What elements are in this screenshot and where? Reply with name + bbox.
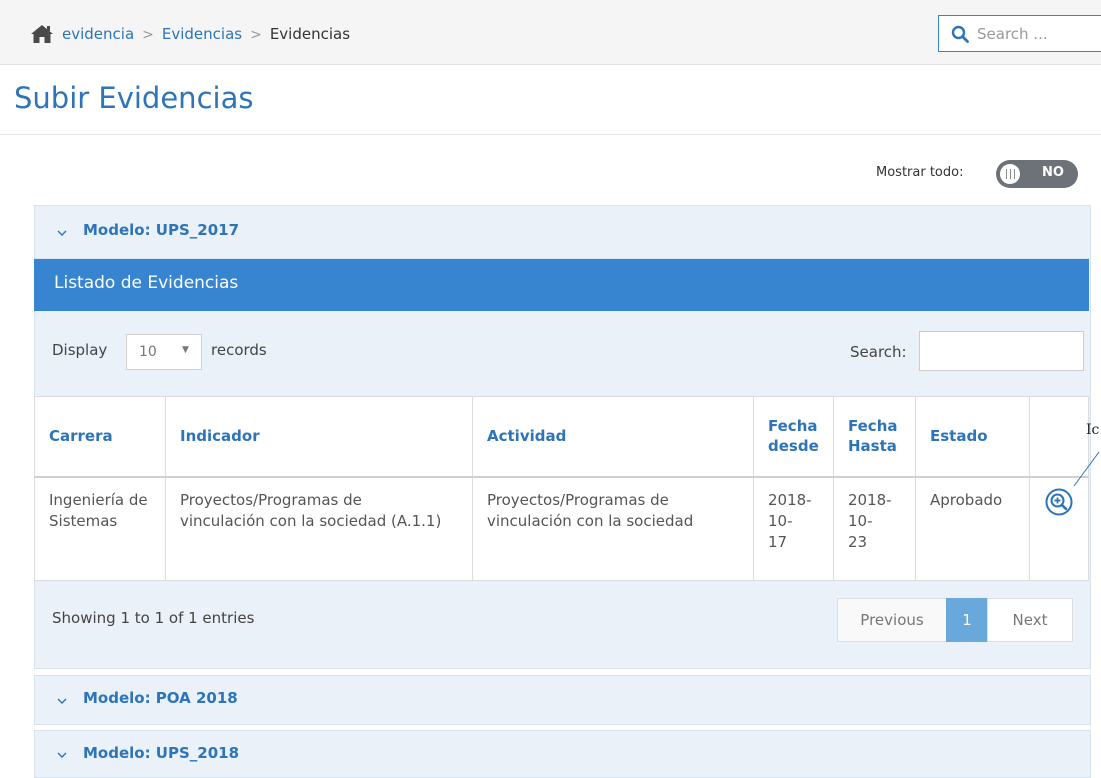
page-size-value: 10 — [139, 344, 157, 360]
display-label: Display — [52, 341, 108, 359]
toggle-knob[interactable] — [998, 162, 1022, 186]
column-header-fecha-desde[interactable]: Fecha desde — [753, 396, 834, 478]
breadcrumb-link-evidencia[interactable]: evidencia — [62, 25, 134, 43]
column-header-actions — [1029, 396, 1089, 478]
dropdown-arrow-icon: ▼ — [182, 345, 189, 355]
breadcrumb-current: Evidencias — [269, 25, 351, 43]
column-header-actividad[interactable]: Actividad — [472, 396, 754, 478]
page-size-select[interactable]: 10 ▼ — [126, 334, 202, 370]
page-title: Subir Evidencias — [14, 81, 254, 115]
toggle-state: NO — [1042, 165, 1064, 180]
show-all-toggle[interactable]: NO — [996, 160, 1078, 188]
panel-header-ups-2018[interactable]: Modelo: UPS_2018 — [34, 730, 1091, 778]
chevron-down-icon — [57, 752, 67, 758]
panel-header-ups-2017[interactable]: Modelo: UPS_2017 — [34, 205, 1091, 259]
show-all-label: Mostrar todo: — [876, 165, 964, 180]
search-icon[interactable] — [951, 25, 969, 43]
cell-indicador: Proyectos/Programas de vinculación con l… — [165, 476, 473, 581]
list-header: Listado de Evidencias — [34, 259, 1089, 311]
chevron-down-icon — [57, 698, 67, 704]
zoom-in-icon[interactable] — [1045, 488, 1073, 516]
page-1-button[interactable]: 1 — [946, 598, 988, 642]
divider — [0, 134, 1101, 135]
panel-title: Modelo: POA 2018 — [83, 689, 238, 707]
breadcrumb: evidencia > Evidencias > Evidencias — [62, 22, 350, 47]
evidence-table: Carrera Indicador Actividad Fecha desde … — [34, 396, 1089, 581]
column-header-indicador[interactable]: Indicador — [165, 396, 473, 478]
cell-actividad: Proyectos/Programas de vinculación con l… — [472, 476, 754, 581]
panel-header-poa-2018[interactable]: Modelo: POA 2018 — [34, 675, 1091, 725]
cell-fecha-desde: 2018-10-17 — [753, 476, 834, 581]
next-button[interactable]: Next — [987, 598, 1073, 642]
cell-fecha-hasta: 2018-10-23 — [833, 476, 916, 581]
list-title: Listado de Evidencias — [54, 273, 239, 293]
cell-actions — [1029, 476, 1089, 581]
cell-carrera: Ingeniería de Sistemas — [34, 476, 166, 581]
top-search-input[interactable] — [975, 22, 1095, 46]
breadcrumb-link-evidencias[interactable]: Evidencias — [162, 25, 242, 43]
table-search-label: Search: — [850, 343, 907, 361]
previous-button[interactable]: Previous — [837, 598, 947, 642]
annotation-label: Ic — [1086, 422, 1100, 438]
column-header-fecha-hasta[interactable]: Fecha Hasta — [833, 396, 916, 478]
panel-title: Modelo: UPS_2018 — [83, 744, 240, 762]
breadcrumb-separator: > — [142, 27, 154, 43]
table-header-row: Carrera Indicador Actividad Fecha desde … — [34, 396, 1089, 478]
breadcrumb-separator: > — [250, 27, 262, 43]
table-row: Ingeniería de Sistemas Proyectos/Program… — [34, 476, 1089, 581]
top-search-box[interactable] — [938, 15, 1101, 52]
home-icon[interactable] — [30, 24, 54, 44]
entries-info: Showing 1 to 1 of 1 entries — [52, 609, 255, 627]
column-header-estado[interactable]: Estado — [915, 396, 1030, 478]
chevron-down-icon — [57, 230, 67, 236]
records-label: records — [211, 341, 267, 359]
panel-title: Modelo: UPS_2017 — [83, 221, 240, 239]
table-search-input[interactable] — [919, 331, 1084, 371]
column-header-carrera[interactable]: Carrera — [34, 396, 166, 478]
cell-estado: Aprobado — [915, 476, 1030, 581]
